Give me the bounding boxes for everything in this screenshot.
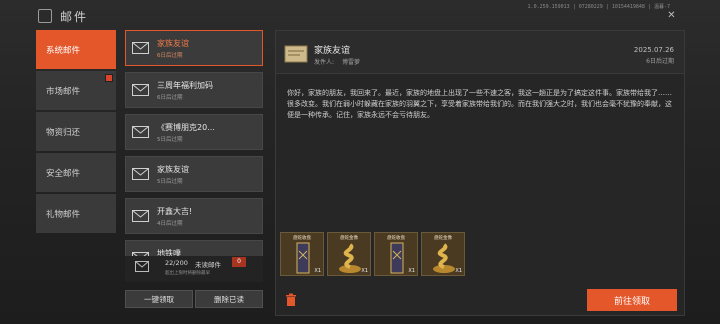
envelope-icon xyxy=(132,42,149,54)
page-title: 邮件 xyxy=(60,10,89,24)
attachment-qty: X1 xyxy=(314,268,321,274)
nav-item-gift[interactable]: 礼物邮件 xyxy=(36,194,116,233)
mail-expiry: 5日后过期 xyxy=(157,137,183,143)
detail-expiry: 6日后过期 xyxy=(646,58,674,65)
mail-expiry: 6日后过期 xyxy=(157,95,183,101)
mail-title: 家族友谊 xyxy=(157,165,189,174)
claim-all-button[interactable]: 一键领取 xyxy=(125,290,193,308)
close-icon[interactable]: ✕ xyxy=(667,11,676,21)
snake-statue-icon xyxy=(339,243,361,273)
nav-item-label: 市场邮件 xyxy=(46,86,81,97)
sender-label: 发件人: xyxy=(314,59,335,66)
mail-title: 三周年福利加码 xyxy=(157,81,213,90)
attachment-item[interactable]: 盘蛇金像 X1 xyxy=(327,232,371,276)
mail-count: 22/200 xyxy=(165,259,188,267)
category-nav: 系统邮件 市场邮件 物资归还 安全邮件 礼物邮件 xyxy=(36,30,116,235)
nav-item-security[interactable]: 安全邮件 xyxy=(36,153,116,192)
unread-label: 未读邮件 xyxy=(195,261,221,269)
mail-item[interactable]: 地铁噗 xyxy=(125,240,263,256)
trash-icon[interactable] xyxy=(285,293,297,307)
nav-item-label: 礼物邮件 xyxy=(46,209,81,220)
banner-icon xyxy=(390,242,404,274)
attachment-item[interactable]: 盘蛇收盘 X1 xyxy=(374,232,418,276)
mail-item[interactable]: 三周年福利加码 6日后过期 xyxy=(125,72,263,108)
mail-item[interactable]: 家族友谊 6日后过期 xyxy=(125,30,263,66)
mail-item[interactable]: 《赛博朋克20... 5日后过期 xyxy=(125,114,263,150)
detail-header: 家族友谊 发件人: 博雷萝 2025.07.26 6日后过期 xyxy=(276,31,684,74)
capacity-note: 超出上限时将删除最早 xyxy=(165,271,210,276)
mail-item[interactable]: 家族友谊 5日后过期 xyxy=(125,156,263,192)
mail-expiry: 6日后过期 xyxy=(157,53,183,59)
attachment-name: 盘蛇金像 xyxy=(340,236,358,241)
nav-item-label: 物资归还 xyxy=(46,127,81,138)
snake-statue-icon xyxy=(433,243,455,273)
attachment-item[interactable]: 盘蛇收盘 X1 xyxy=(280,232,324,276)
nav-item-label: 安全邮件 xyxy=(46,168,81,179)
delete-read-button[interactable]: 删除已读 xyxy=(195,290,263,308)
attachment-name: 盘蛇收盘 xyxy=(293,236,311,241)
envelope-icon xyxy=(132,126,149,138)
nav-item-market[interactable]: 市场邮件 xyxy=(36,71,116,110)
version-text: 1.0.259.159013 | 07280229 | 10154419848 … xyxy=(527,4,670,10)
envelope-icon xyxy=(132,84,149,96)
go-claim-button[interactable]: 前往领取 xyxy=(587,289,677,311)
mail-list[interactable]: 家族友谊 6日后过期 三周年福利加码 6日后过期 《赛博朋克20... 5日后过… xyxy=(125,30,263,256)
mail-body: 你好，家族的朋友，我回来了。最近，家族的地盘上出现了一些不速之客，我这一趟正是为… xyxy=(287,89,672,119)
attachment-qty: X1 xyxy=(361,268,368,274)
attachment-item[interactable]: 盘蛇金像 X1 xyxy=(421,232,465,276)
attachment-name: 盘蛇收盘 xyxy=(387,236,405,241)
unread-count-badge: 0 xyxy=(232,257,246,267)
sender-name: 博雷萝 xyxy=(342,59,361,66)
nav-item-label: 系统邮件 xyxy=(46,45,81,56)
banner-icon xyxy=(296,242,310,274)
envelope-icon xyxy=(135,261,149,272)
mail-title: 《赛博朋克20... xyxy=(157,123,215,132)
mail-logo-icon xyxy=(38,9,52,23)
mail-expiry: 5日后过期 xyxy=(157,179,183,185)
attachment-qty: X1 xyxy=(408,268,415,274)
mail-expiry: 4日后过期 xyxy=(157,221,183,227)
nav-item-system[interactable]: 系统邮件 xyxy=(36,30,116,69)
detail-title: 家族友谊 xyxy=(314,46,351,56)
mail-title: 开鑫大吉! xyxy=(157,207,193,216)
detail-date: 2025.07.26 xyxy=(633,46,674,54)
mail-detail: 家族友谊 发件人: 博雷萝 2025.07.26 6日后过期 你好，家族的朋友，… xyxy=(275,30,685,316)
mailbox-capacity: 22/200 未读邮件 0 超出上限时将删除最早 xyxy=(125,256,263,282)
mail-item[interactable]: 开鑫大吉! 4日后过期 xyxy=(125,198,263,234)
nav-item-supply-return[interactable]: 物资归还 xyxy=(36,112,116,151)
attachment-qty: X1 xyxy=(455,268,462,274)
notification-badge xyxy=(105,74,113,82)
envelope-icon xyxy=(132,210,149,222)
attachment-name: 盘蛇金像 xyxy=(434,236,452,241)
letter-icon xyxy=(284,45,308,63)
mail-title: 家族友谊 xyxy=(157,39,189,48)
mail-title: 地铁噗 xyxy=(157,249,181,256)
top-bar: 邮件 1.0.259.159013 | 07280229 | 101544198… xyxy=(0,0,720,30)
envelope-icon xyxy=(132,168,149,180)
